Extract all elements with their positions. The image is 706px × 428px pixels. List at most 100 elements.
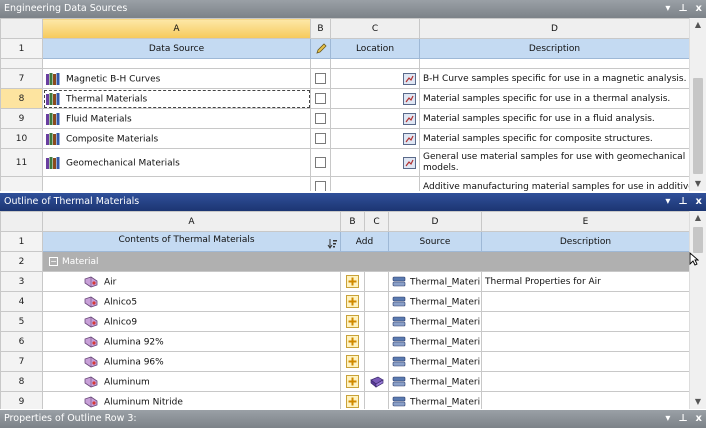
table-row[interactable]: 11 Geomechanical Materials General use m… — [0, 148, 690, 177]
description-header[interactable]: Description — [419, 38, 690, 59]
table-row[interactable]: 3 Air Thermal_Materi Thermal Properties … — [0, 271, 690, 292]
table-row[interactable]: 10 Composite Materials Material samples … — [0, 128, 690, 149]
column-header-c[interactable]: C — [330, 18, 420, 39]
eds-header-row: 1 Data Source Location Description — [0, 38, 690, 59]
data-source-name[interactable]: Fluid Materials — [42, 108, 311, 129]
scroll-down-icon[interactable]: ▼ — [690, 395, 706, 409]
pin-icon[interactable]: ⊥ — [678, 410, 687, 428]
column-header-b[interactable]: B — [340, 211, 365, 232]
table-row[interactable]: 7 Magnetic B-H Curves B-H Curve samples … — [0, 68, 690, 89]
data-source-name[interactable]: Composite Materials — [42, 128, 311, 149]
row-number: 6 — [0, 331, 43, 352]
location-icon[interactable] — [403, 133, 416, 145]
material-name-cell[interactable]: Alumina 96% — [42, 351, 341, 372]
location-icon[interactable] — [403, 73, 416, 85]
close-icon[interactable]: x — [696, 0, 702, 18]
scroll-down-icon[interactable]: ▼ — [690, 177, 706, 191]
pin-icon[interactable]: ⊥ — [678, 193, 687, 211]
eds-panel: A B C D 1 Data Source Location Descripti… — [0, 18, 706, 191]
plus-icon[interactable] — [346, 355, 359, 368]
scroll-up-icon[interactable]: ▲ — [690, 211, 706, 225]
source-header[interactable]: Source — [388, 231, 482, 252]
row-number: 1 — [0, 38, 43, 59]
material-name-cell[interactable]: Aluminum Nitride — [42, 391, 341, 409]
plus-icon[interactable] — [346, 315, 359, 328]
source-checkbox[interactable] — [315, 93, 326, 104]
material-name-cell[interactable]: Alnico9 — [42, 311, 341, 332]
table-row[interactable]: 5 Alnico9 Thermal_Materi — [0, 311, 690, 332]
plus-icon[interactable] — [346, 295, 359, 308]
library-books-icon — [46, 72, 60, 85]
table-row[interactable]: 6 Alumina 92% Thermal_Materi — [0, 331, 690, 352]
book-icon[interactable] — [369, 376, 384, 388]
dropdown-icon[interactable]: ▾ — [665, 0, 670, 18]
row-number: 7 — [0, 351, 43, 372]
material-name-cell[interactable]: Air — [42, 271, 341, 292]
column-header-b[interactable]: B — [310, 18, 331, 39]
row-number: 10 — [0, 128, 43, 149]
close-icon[interactable]: x — [696, 410, 702, 428]
sort-icon[interactable] — [327, 238, 337, 249]
data-source-name[interactable]: Thermal Materials — [42, 88, 311, 109]
contents-header[interactable]: Contents of Thermal Materials — [42, 231, 341, 252]
description-cell: Material samples specific for use in a f… — [419, 108, 690, 129]
scroll-thumb[interactable] — [693, 227, 703, 253]
plus-icon[interactable] — [346, 335, 359, 348]
plus-icon[interactable] — [346, 375, 359, 388]
description-cell — [481, 371, 690, 392]
dropdown-icon[interactable]: ▾ — [665, 410, 670, 428]
close-icon[interactable]: x — [696, 193, 702, 211]
dropdown-icon[interactable]: ▾ — [665, 193, 670, 211]
collapse-expander[interactable]: − — [49, 256, 58, 266]
plus-icon[interactable] — [346, 395, 359, 408]
material-group-row[interactable]: 2 − Material — [0, 251, 690, 272]
scroll-thumb[interactable] — [693, 78, 703, 174]
library-books-icon — [46, 132, 60, 145]
column-header-a[interactable]: A — [42, 211, 341, 232]
source-cell: Thermal_Materi — [388, 391, 482, 409]
material-name-cell[interactable]: Alnico5 — [42, 291, 341, 312]
data-source-header[interactable]: Data Source — [42, 38, 311, 59]
material-name-cell[interactable]: Aluminum — [42, 371, 341, 392]
plus-icon[interactable] — [346, 275, 359, 288]
location-icon[interactable] — [403, 157, 416, 169]
description-cell: Thermal Properties for Air — [481, 271, 690, 292]
table-row[interactable]: 7 Alumina 96% Thermal_Materi — [0, 351, 690, 372]
location-header[interactable]: Location — [330, 38, 420, 59]
material-name-cell[interactable]: Alumina 92% — [42, 331, 341, 352]
location-icon[interactable] — [403, 93, 416, 105]
edit-header[interactable] — [310, 38, 331, 59]
library-icon — [392, 296, 406, 306]
location-icon[interactable] — [403, 113, 416, 125]
row-number: 1 — [0, 231, 43, 252]
table-row[interactable]: 9 Fluid Materials Material samples speci… — [0, 108, 690, 129]
table-row[interactable]: 8 Thermal Materials Material samples spe… — [0, 88, 690, 109]
source-cell: Thermal_Materi — [388, 331, 482, 352]
source-cell: Thermal_Materi — [388, 271, 482, 292]
row-number: 7 — [0, 68, 43, 89]
table-row[interactable]: 8 Aluminum Thermal_Materi — [0, 371, 690, 392]
data-source-name[interactable]: Magnetic B-H Curves — [42, 68, 311, 89]
table-row[interactable]: 9 Aluminum Nitride Thermal_Materi — [0, 391, 690, 409]
column-header-d[interactable]: D — [419, 18, 690, 39]
row-number: 11 — [0, 148, 43, 177]
scroll-up-icon[interactable]: ▲ — [690, 18, 706, 32]
table-row[interactable]: Additive manufacturing material samples … — [0, 176, 690, 191]
library-icon — [392, 336, 406, 346]
add-header[interactable]: Add — [340, 231, 389, 252]
source-checkbox[interactable] — [315, 181, 326, 191]
source-checkbox[interactable] — [315, 133, 326, 144]
source-checkbox[interactable] — [315, 73, 326, 84]
source-checkbox[interactable] — [315, 113, 326, 124]
description-header[interactable]: Description — [481, 231, 690, 252]
source-checkbox[interactable] — [315, 157, 326, 168]
outline-vertical-scrollbar[interactable]: ▲ ▼ — [689, 211, 706, 409]
pin-icon[interactable]: ⊥ — [678, 0, 687, 18]
column-header-a[interactable]: A — [42, 18, 311, 39]
data-source-name[interactable]: Geomechanical Materials — [42, 148, 311, 177]
column-header-e[interactable]: E — [481, 211, 690, 232]
column-header-c[interactable]: C — [364, 211, 389, 232]
table-row[interactable]: 4 Alnico5 Thermal_Materi — [0, 291, 690, 312]
eds-vertical-scrollbar[interactable]: ▲ ▼ — [689, 18, 706, 191]
column-header-d[interactable]: D — [388, 211, 482, 232]
